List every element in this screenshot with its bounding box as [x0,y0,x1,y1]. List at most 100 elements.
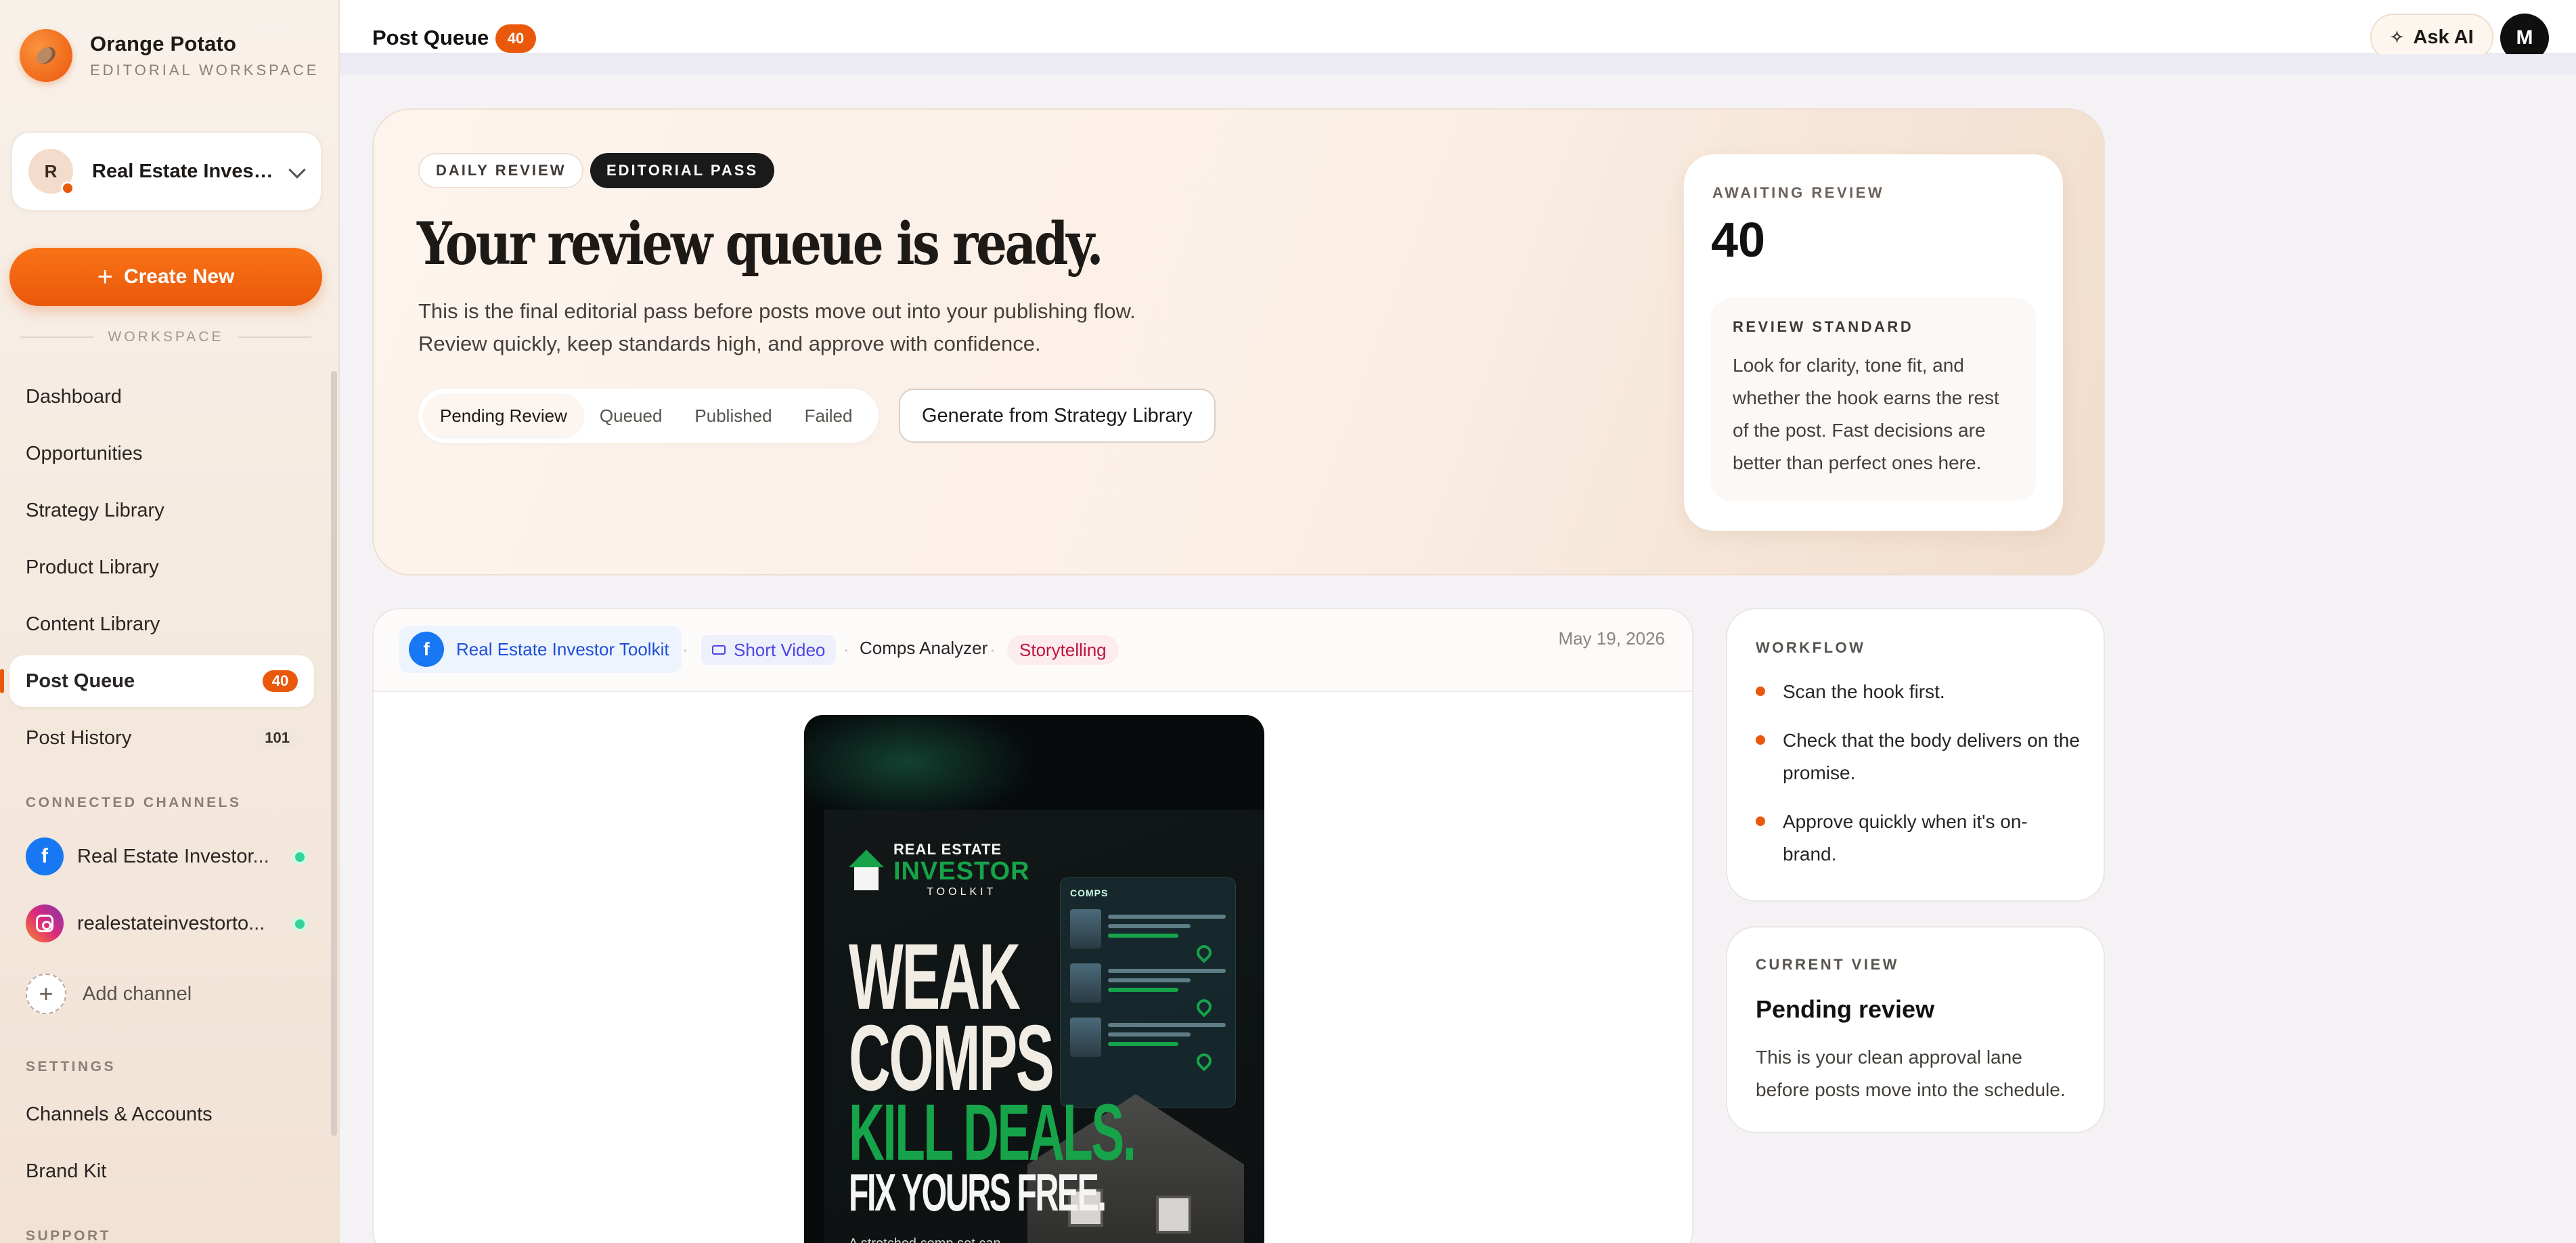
separator-dot: · [990,639,996,659]
separator-dot: · [843,639,849,659]
creative-logo-line: TOOLKIT [927,886,997,898]
creative-logo-line: INVESTOR [893,857,1030,886]
post-account-chip[interactable]: f Real Estate Investor Toolkit [399,626,682,673]
page-title: Post Queue [372,26,489,49]
post-product-label: Comps Analyzer [860,638,988,658]
sidebar-scrollbar[interactable] [331,371,337,1136]
tab-queued[interactable]: Queued [583,394,679,437]
sidebar-item-dashboard[interactable]: Dashboard [9,371,314,422]
workspace-section-divider: WORKSPACE [20,329,311,345]
editorial-pass-pill: EDITORIAL PASS [590,153,775,188]
channel-instagram[interactable]: realestateinvestorto... [26,903,310,944]
hero-description-line: Review quickly, keep standards high, and… [418,332,1041,355]
hero-description: This is the final editorial pass before … [418,295,1298,360]
sidebar-item-label: Opportunities [26,442,143,464]
post-card: f Real Estate Investor Toolkit · Short V… [372,608,1693,1243]
topbar-subbar [340,54,2576,74]
creative-logo-line: REAL ESTATE [893,841,1002,858]
connected-status-icon [292,850,307,865]
video-camera-icon [712,645,726,655]
sidebar-item-product-library[interactable]: Product Library [9,542,314,593]
workflow-item: Scan the hook first. [1756,676,2081,708]
daily-review-pill: DAILY REVIEW [418,153,584,188]
topbar: Post Queue 40 ✧ Ask AI M [340,0,2576,62]
add-channel-label: Add channel [83,982,192,1005]
sparkle-icon: ✧ [2390,28,2404,47]
channel-name: realestateinvestorto... [77,912,265,934]
current-view-text: This is your clean approval lane before … [1756,1047,2066,1100]
post-date: May 19, 2026 [1558,628,1665,649]
post-history-count-badge: 101 [257,727,298,749]
current-view-title: Pending review [1756,995,1935,1023]
status-tabs: Pending Review Queued Published Failed [418,389,879,443]
instagram-icon [26,904,64,942]
workflow-item: Check that the body delivers on the prom… [1756,724,2081,789]
create-new-label: Create New [123,265,235,288]
chevron-down-icon [288,161,306,179]
hero-description-line: This is the final editorial pass before … [418,299,1136,323]
sidebar-item-content-library[interactable]: Content Library [9,598,314,650]
post-card-header: f Real Estate Investor Toolkit · Short V… [374,609,1692,692]
separator-dot: · [682,639,688,659]
current-view-card: CURRENT VIEW Pending review This is your… [1726,926,2105,1133]
workflow-label: WORKFLOW [1756,639,1866,656]
tab-failed[interactable]: Failed [789,394,869,437]
brand[interactable]: Orange Potato EDITORIAL WORKSPACE [20,29,319,82]
workflow-item: Approve quickly when it's on-brand. [1756,806,2081,871]
sidebar-item-post-queue[interactable]: Post Queue 40 [0,655,314,707]
post-tag-chip: Storytelling [1007,635,1119,665]
tab-pending-review[interactable]: Pending Review [424,394,583,437]
facebook-icon: f [26,837,64,875]
channel-name: Real Estate Investor... [77,845,269,867]
post-type-label: Short Video [734,639,826,660]
sidebar-item-brand-kit[interactable]: Brand Kit [9,1146,314,1197]
workflow-card: WORKFLOW Scan the hook first. Check that… [1726,608,2105,902]
plus-icon: + [97,262,113,292]
workspace-name: Real Estate Invest... [92,160,275,182]
sidebar-item-label: Strategy Library [26,499,164,521]
post-creative-image[interactable]: COMPS REAL ESTATE INVESTOR TOOLKIT WEAK … [804,715,1264,1243]
current-view-label: CURRENT VIEW [1756,956,1899,973]
awaiting-review-label: AWAITING REVIEW [1712,184,1885,201]
sidebar-item-label: Channels & Accounts [26,1103,213,1125]
section-title-support: SUPPORT [26,1228,112,1243]
awaiting-review-count: 40 [1711,213,1766,267]
review-standard-label: REVIEW STANDARD [1733,318,1914,335]
sidebar-item-opportunities[interactable]: Opportunities [9,428,314,479]
ask-ai-label: Ask AI [2413,26,2474,48]
sidebar-item-label: Content Library [26,613,160,635]
comps-panel-label: COMPS [1070,888,1109,898]
creative-headline: KILL DEALS. [849,1088,1136,1177]
review-standard-text: Look for clarity, tone fit, and whether … [1733,355,1999,473]
tab-published[interactable]: Published [678,394,788,437]
sidebar-item-strategy-library[interactable]: Strategy Library [9,485,314,536]
sidebar-item-post-history[interactable]: Post History 101 [9,712,314,764]
queue-count-badge: 40 [495,24,536,53]
creative-caption: A stretched comp set can [849,1236,1001,1243]
sidebar-item-label: Post Queue [26,670,135,692]
plus-icon: + [26,974,66,1014]
sidebar-item-channels-accounts[interactable]: Channels & Accounts [9,1089,314,1140]
review-hero: DAILY REVIEW EDITORIAL PASS Your review … [372,108,2105,575]
review-standard-box: REVIEW STANDARD Look for clarity, tone f… [1711,298,2036,501]
house-logo-icon [849,850,884,890]
creative-logo: REAL ESTATE INVESTOR TOOLKIT [849,842,1030,898]
create-new-button[interactable]: + Create New [9,248,322,306]
post-queue-count-badge: 40 [263,670,298,692]
awaiting-review-card: AWAITING REVIEW 40 REVIEW STANDARD Look … [1684,154,2063,531]
sidebar-item-label: Dashboard [26,385,122,408]
channel-facebook[interactable]: f Real Estate Investor... [26,836,310,877]
workspace-avatar: R [28,149,74,195]
generate-from-strategy-button[interactable]: Generate from Strategy Library [899,389,1216,443]
section-title-workspace: WORKSPACE [108,329,224,345]
post-type-chip: Short Video [701,635,837,665]
section-title-channels: CONNECTED CHANNELS [26,795,242,810]
post-account-name: Real Estate Investor Toolkit [456,638,669,659]
workspace-switcher[interactable]: R Real Estate Invest... [11,131,322,211]
section-title-settings: SETTINGS [26,1059,116,1074]
status-dot-icon [61,181,74,195]
comps-panel: COMPS [1060,877,1236,1108]
sidebar-item-label: Product Library [26,556,159,578]
add-channel-button[interactable]: + Add channel [26,974,310,1014]
sidebar: Orange Potato EDITORIAL WORKSPACE R Real… [0,0,340,1243]
